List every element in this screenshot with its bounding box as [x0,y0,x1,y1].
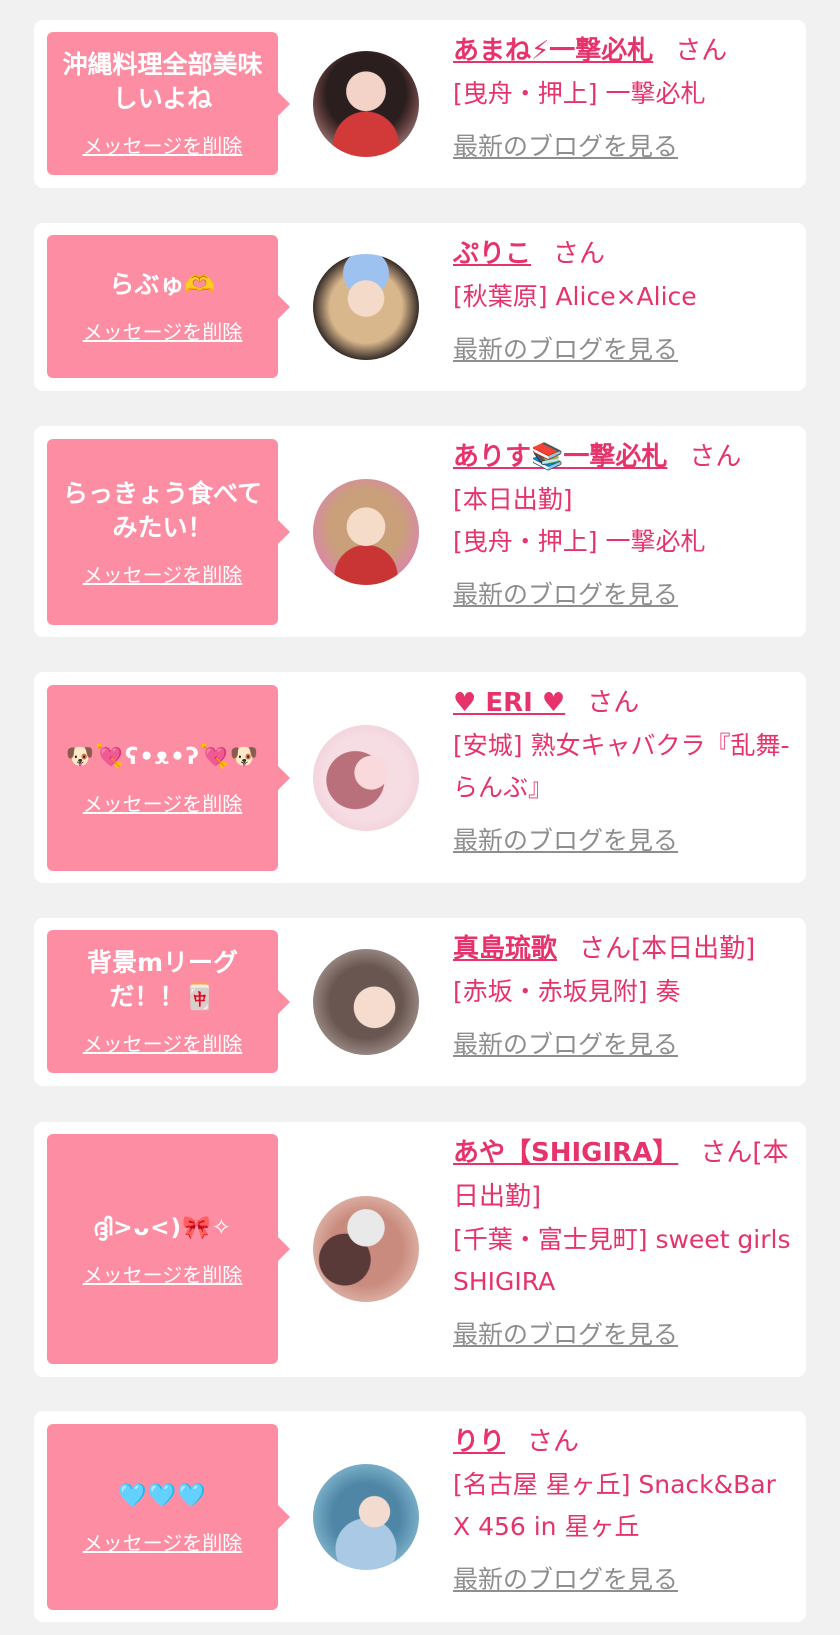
latest-blog-link[interactable]: 最新のブログを見る [453,129,678,165]
honorific: さん [587,688,640,718]
profile-info: りり さん [名古屋 星ヶ丘] Snack&Bar X 456 in 星ヶ丘 最新… [453,1420,798,1598]
profile-info: 真島琉歌 さん[本日出勤] [赤坂・赤坂見附] 奏 最新のブログを見る [453,927,798,1063]
honorific: さん [527,1427,580,1457]
message-text: 背景mリーグ だ！！🀄 [86,948,239,1011]
latest-blog-link[interactable]: 最新のブログを見る [453,332,678,368]
honorific: さん [675,36,728,66]
name-line: ♥ ERI ♥ さん [453,681,798,725]
message-card: 🩵🩵🩵 メッセージを削除 りり さん [名古屋 星ヶ丘] Snack&Bar X … [34,1411,806,1622]
message-card: 🐶💘ʕ•ᴥ•ʔ💘🐶 メッセージを削除 ♥ ERI ♥ さん [安城] 熟女キャバク… [34,672,806,883]
avatar[interactable] [313,949,419,1055]
latest-blog-link[interactable]: 最新のブログを見る [453,1562,678,1598]
avatar[interactable] [313,254,419,360]
profile-name-link[interactable]: ♥ ERI ♥ [453,688,565,718]
profile-info: ♥ ERI ♥ さん [安城] 熟女キャバクラ『乱舞-らんぶ』 最新のブログを見る [453,681,798,859]
profile-info: ありす📚一撃必札 さん [本日出勤] [曳舟・押上] 一撃必札 最新のブログを見る [453,435,798,613]
shop-label: [曳舟・押上] 一撃必札 [453,79,706,108]
profile-name-link[interactable]: ぷりこ [453,239,531,269]
profile-name-link[interactable]: 真島琉歌 [453,934,557,964]
profile-info: ぷりこ さん [秋葉原] Alice×Alice 最新のブログを見る [453,232,798,368]
profile-name-link[interactable]: あや【SHIGIRA】 [453,1138,678,1168]
avatar[interactable] [313,1196,419,1302]
profile-name-link[interactable]: あまね⚡一撃必札 [453,36,653,66]
message-text: 🩵🩵🩵 [118,1482,207,1509]
message-card: ദ്ദി>ᴗ<)🎀✧ メッセージを削除 あや【SHIGIRA】 さん[本日出勤] … [34,1122,806,1377]
message-bubble: らぶゅ🫶 メッセージを削除 [47,235,290,378]
honorific: さん[本日出勤] [579,934,756,964]
shop-label: [千葉・富士見町] sweet girls SHIGIRA [453,1225,791,1296]
name-line: 真島琉歌 さん[本日出勤] [453,927,798,971]
message-bubble: ദ്ദി>ᴗ<)🎀✧ メッセージを削除 [47,1134,290,1364]
shop-label: [曳舟・押上] 一撃必札 [453,527,706,556]
message-card: らぶゅ🫶 メッセージを削除 ぷりこ さん [秋葉原] Alice×Alice 最新… [34,223,806,391]
profile-name-link[interactable]: ありす📚一撃必札 [453,442,667,472]
shop-label: [本日出勤] [453,485,573,514]
honorific: さん [553,239,606,269]
name-line: あまね⚡一撃必札 さん [453,29,798,73]
shop-label: [秋葉原] Alice×Alice [453,282,697,311]
message-card: 背景mリーグ だ！！🀄 メッセージを削除 真島琉歌 さん[本日出勤] [赤坂・赤坂… [34,918,806,1086]
delete-message-link[interactable]: メッセージを削除 [83,1527,243,1556]
message-card: 沖縄料理全部美味 しいよね メッセージを削除 あまね⚡一撃必札 さん [曳舟・押上… [34,20,806,188]
avatar[interactable] [313,479,419,585]
message-text: ദ്ദി>ᴗ<)🎀✧ [93,1214,232,1241]
name-line: りり さん [453,1420,798,1464]
name-line: ありす📚一撃必札 さん [453,435,798,479]
latest-blog-link[interactable]: 最新のブログを見る [453,577,678,613]
latest-blog-link[interactable]: 最新のブログを見る [453,1027,678,1063]
avatar[interactable] [313,51,419,157]
shop-label: [安城] 熟女キャバクラ『乱舞-らんぶ』 [453,731,790,802]
name-line: あや【SHIGIRA】 さん[本日出勤] [453,1131,798,1219]
delete-message-link[interactable]: メッセージを削除 [83,788,243,817]
latest-blog-link[interactable]: 最新のブログを見る [453,1317,678,1353]
name-line: ぷりこ さん [453,232,798,276]
delete-message-link[interactable]: メッセージを削除 [83,559,243,588]
profile-name-link[interactable]: りり [453,1427,505,1457]
avatar[interactable] [313,1464,419,1570]
latest-blog-link[interactable]: 最新のブログを見る [453,823,678,859]
delete-message-link[interactable]: メッセージを削除 [83,316,243,345]
delete-message-link[interactable]: メッセージを削除 [83,1028,243,1057]
message-bubble: 🩵🩵🩵 メッセージを削除 [47,1424,290,1610]
message-bubble: らっきょう食べて みたい！ メッセージを削除 [47,439,290,625]
profile-info: あまね⚡一撃必札 さん [曳舟・押上] 一撃必札 最新のブログを見る [453,29,798,165]
shop-label: [名古屋 星ヶ丘] Snack&Bar X 456 in 星ヶ丘 [453,1470,776,1541]
delete-message-link[interactable]: メッセージを削除 [83,1259,243,1288]
delete-message-link[interactable]: メッセージを削除 [83,130,243,159]
message-card: らっきょう食べて みたい！ メッセージを削除 ありす📚一撃必札 さん [本日出勤]… [34,426,806,637]
honorific: さん [689,442,742,472]
message-text: らっきょう食べて みたい！ [62,478,262,542]
shop-label: [赤坂・赤坂見附] 奏 [453,977,681,1006]
message-bubble: 🐶💘ʕ•ᴥ•ʔ💘🐶 メッセージを削除 [47,685,290,871]
message-text: 🐶💘ʕ•ᴥ•ʔ💘🐶 [65,743,260,770]
avatar[interactable] [313,725,419,831]
message-bubble: 背景mリーグ だ！！🀄 メッセージを削除 [47,930,290,1073]
message-bubble: 沖縄料理全部美味 しいよね メッセージを削除 [47,32,290,175]
profile-info: あや【SHIGIRA】 さん[本日出勤] [千葉・富士見町] sweet girl… [453,1131,798,1353]
message-text: 沖縄料理全部美味 しいよね [62,50,263,113]
message-text: らぶゅ🫶 [109,270,216,299]
